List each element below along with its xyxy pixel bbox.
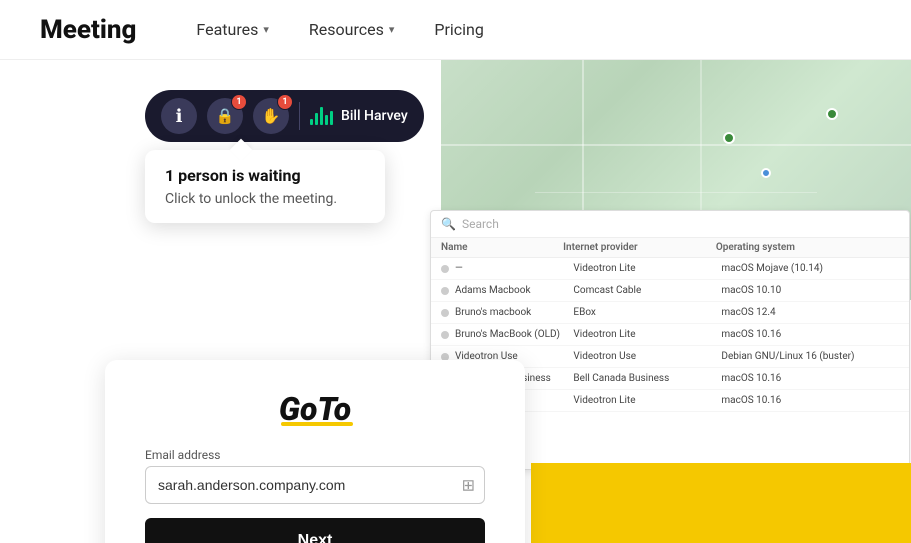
email-input-wrapper: ⊞ [145,466,485,504]
raise-hand-button[interactable]: ✋ 1 [253,98,289,134]
nav-pricing[interactable]: Pricing [434,20,484,39]
tooltip-subtitle: Click to unlock the meeting. [165,191,365,207]
search-placeholder: Search [462,217,499,231]
col-header-os: Operating system [716,242,899,253]
nav-resources[interactable]: Resources ▾ [309,20,394,39]
goto-logo: GoTo [145,390,485,428]
meeting-toolbar: ℹ 🔒 1 ✋ 1 Bill Harvey [145,90,424,142]
info-icon: ℹ [176,106,183,127]
info-button[interactable]: ℹ [161,98,197,134]
tooltip-title: 1 person is waiting [165,166,365,185]
search-icon: 🔍 [441,217,456,231]
waiting-tooltip[interactable]: 1 person is waiting Click to unlock the … [145,150,385,223]
table-row: Bruno's MacBook (OLD) Videotron Lite mac… [431,324,909,346]
nav-links: Features ▾ Resources ▾ Pricing [196,20,483,39]
user-name-label: Bill Harvey [341,108,408,124]
nav-resources-label: Resources [309,20,384,39]
device-dot-icon [441,309,449,317]
resources-chevron-icon: ▾ [389,23,395,36]
table-search-bar[interactable]: 🔍 Search [431,211,909,238]
navigation: Meeting Features ▾ Resources ▾ Pricing [0,0,911,60]
col-header-internet: Internet provider [563,242,716,253]
site-logo: Meeting [40,15,136,45]
email-label: Email address [145,448,485,462]
hand-icon: ✋ [262,107,281,125]
features-chevron-icon: ▾ [263,23,269,36]
table-row: Adams Macbook Comcast Cable macOS 10.10 [431,280,909,302]
toolbar-divider [299,102,300,130]
col-header-name: Name [441,242,563,253]
audio-indicator: Bill Harvey [310,107,408,125]
lock-button[interactable]: 🔒 1 [207,98,243,134]
device-dot-icon [441,331,449,339]
next-button[interactable]: Next [145,518,485,543]
hand-badge: 1 [277,94,293,110]
email-input[interactable] [145,466,485,504]
login-card: GoTo Email address ⊞ Next Keep me signed… [105,360,525,543]
email-icon: ⊞ [462,476,475,495]
nav-features[interactable]: Features ▾ [196,20,268,39]
audio-bars-icon [310,107,333,125]
nav-features-label: Features [196,20,258,39]
goto-logo-text: GoTo [279,390,351,428]
table-row: — Videotron Lite macOS Mojave (10.14) [431,258,909,280]
yellow-accent-bg [531,463,911,543]
table-row: Bruno's macbook EBox macOS 12.4 [431,302,909,324]
device-dot-icon [441,287,449,295]
table-header: Name Internet provider Operating system [431,238,909,258]
lock-badge: 1 [231,94,247,110]
content-area: 🔍 Search Name Internet provider Operatin… [0,60,911,543]
nav-pricing-label: Pricing [434,20,484,39]
device-dot-icon [441,265,449,273]
lock-icon: 🔒 [216,107,235,125]
